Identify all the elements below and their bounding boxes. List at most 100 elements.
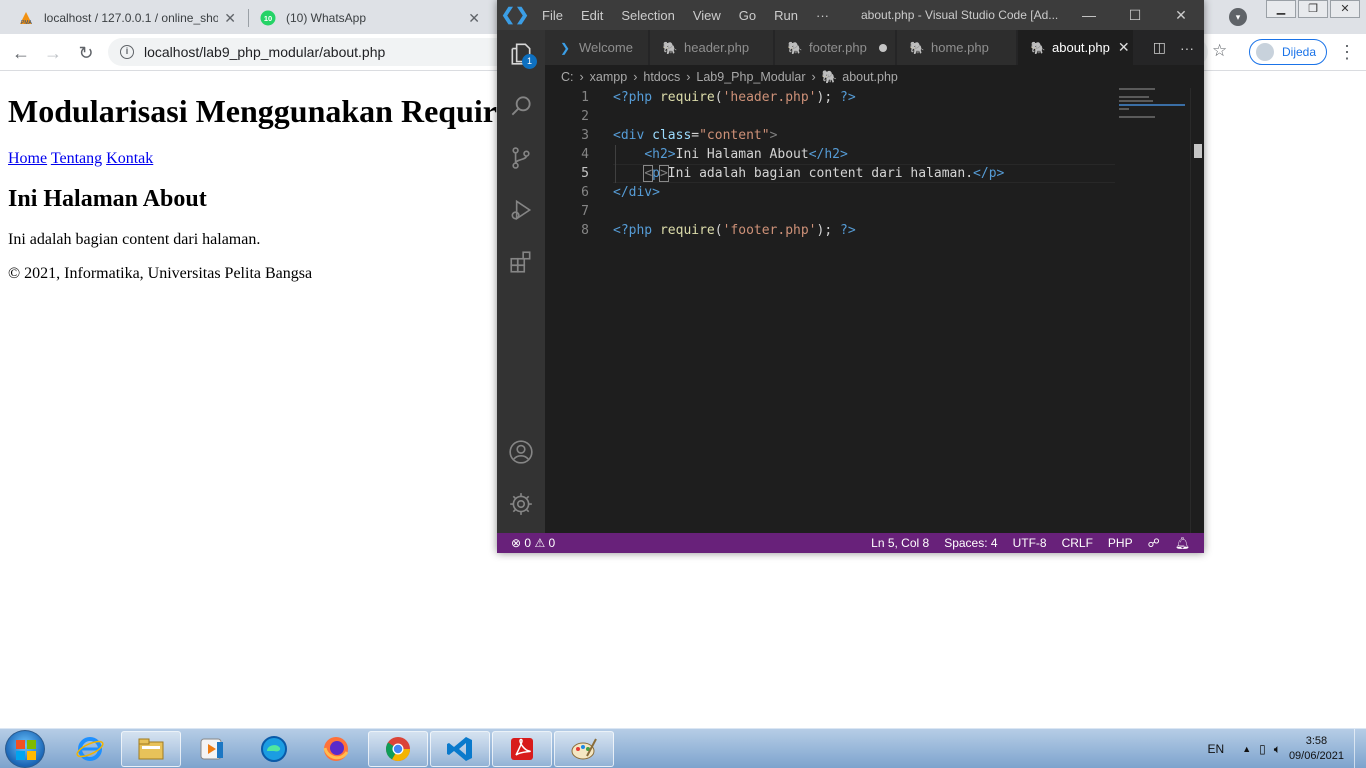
tab-footer-php[interactable]: 🐘 footer.php	[775, 30, 896, 65]
breadcrumb-item[interactable]: Lab9_Php_Modular	[696, 70, 805, 84]
encoding[interactable]: UTF-8	[1013, 536, 1047, 550]
taskbar: EN ▲ ▯ 🔈︎ 3:58 09/06/2021	[0, 728, 1366, 768]
tab-home-php[interactable]: 🐘 home.php	[897, 30, 1017, 65]
code-line-8: <?php require('footer.php'); ?>	[613, 223, 856, 238]
settings-gear-icon[interactable]	[497, 480, 545, 528]
more-actions-icon[interactable]: ···	[1180, 40, 1194, 56]
close-icon[interactable]: ✕	[1118, 39, 1130, 56]
scrollbar-thumb[interactable]	[1194, 144, 1202, 158]
nav-link-home[interactable]: Home	[8, 150, 47, 167]
menu-run[interactable]: Run	[765, 8, 807, 23]
window-title: about.php - Visual Studio Code [Ad...	[861, 8, 1059, 22]
svg-text:PMA: PMA	[21, 20, 33, 26]
tab-welcome[interactable]: ❯ Welcome	[545, 30, 649, 65]
reload-icon[interactable]: ↻	[74, 41, 98, 65]
editor-tab-bar: ❯ Welcome 🐘 header.php 🐘 footer.php 🐘 ho…	[545, 30, 1204, 65]
clock-time: 3:58	[1305, 735, 1328, 747]
explorer-icon[interactable]: 1	[497, 30, 545, 78]
back-icon[interactable]: ←	[9, 41, 33, 65]
profile-button[interactable]: Dijeda	[1249, 39, 1327, 65]
close-icon[interactable]: ✕	[1158, 0, 1204, 30]
status-right-items: Ln 5, Col 8 Spaces: 4 UTF-8 CRLF PHP ☍ 🔔…	[856, 533, 1190, 553]
avatar	[1256, 43, 1274, 61]
activity-bar: 1	[497, 30, 545, 533]
breadcrumb-item[interactable]: xampp	[590, 70, 628, 84]
edge-icon[interactable]	[244, 731, 304, 767]
minimize-icon[interactable]: ▁	[1266, 0, 1296, 18]
more-menu-icon[interactable]: ⋮	[1338, 42, 1356, 63]
close-icon[interactable]: ✕	[224, 10, 236, 27]
php-icon: 🐘	[821, 69, 838, 84]
input-language[interactable]: EN	[1208, 742, 1225, 756]
paint-icon[interactable]	[554, 731, 614, 767]
site-info-icon[interactable]: i	[120, 45, 134, 59]
forward-icon[interactable]: →	[41, 41, 65, 65]
chevron-right-icon: ›	[811, 70, 816, 84]
search-icon[interactable]	[497, 82, 545, 130]
vscode-icon: ❯	[559, 40, 571, 55]
nav-link-kontak[interactable]: Kontak	[106, 150, 153, 167]
start-button[interactable]	[5, 730, 45, 768]
breadcrumb-item[interactable]: htdocs	[643, 70, 680, 84]
minimize-icon[interactable]: —	[1066, 0, 1112, 30]
code-editor[interactable]: 1 2 3 4 5 6 7 8 <?php require('header.ph…	[545, 88, 1190, 533]
split-editor-icon[interactable]: ◫	[1153, 39, 1166, 56]
menu-go[interactable]: Go	[730, 8, 765, 23]
editor-scrollbar[interactable]	[1190, 88, 1204, 533]
media-player-icon[interactable]	[182, 731, 242, 767]
clock[interactable]: 3:58 09/06/2021	[1289, 734, 1344, 764]
firefox-icon[interactable]	[306, 731, 366, 767]
indentation[interactable]: Spaces: 4	[944, 536, 997, 550]
menu-selection[interactable]: Selection	[612, 8, 683, 23]
show-hidden-icons-icon[interactable]: ▲	[1242, 744, 1251, 754]
notifications-bell-icon[interactable]: 🔔︎	[1175, 536, 1190, 550]
vscode-icon[interactable]	[430, 731, 490, 767]
minimap[interactable]	[1119, 88, 1189, 118]
acrobat-icon[interactable]	[492, 731, 552, 767]
browser-tab-whatsapp[interactable]: 10 (10) WhatsApp ✕	[250, 2, 490, 34]
close-icon[interactable]: ✕	[468, 10, 480, 27]
maximize-icon[interactable]: ☐	[1112, 0, 1158, 30]
battery-icon[interactable]: ▯	[1259, 742, 1266, 756]
unsaved-dot-icon[interactable]	[878, 43, 887, 52]
run-debug-icon[interactable]	[497, 186, 545, 234]
internet-explorer-icon[interactable]	[60, 731, 120, 767]
breadcrumb-item[interactable]: C:	[561, 70, 574, 84]
system-tray: EN ▲ ▯ 🔈︎ 3:58 09/06/2021	[1208, 729, 1366, 768]
source-control-icon[interactable]	[497, 134, 545, 182]
problems-indicator[interactable]: ⊗ 0 ⚠ 0	[497, 536, 555, 550]
warning-count: 0	[548, 536, 556, 550]
code-line-4: <h2>Ini Halaman About</h2>	[644, 147, 848, 162]
vscode-window: ❮❯ File Edit Selection View Go Run ··· a…	[497, 0, 1204, 553]
close-icon[interactable]: ✕	[1330, 0, 1360, 18]
line-number-gutter: 1 2 3 4 5 6 7 8	[545, 88, 605, 240]
feedback-icon[interactable]: ☍	[1148, 536, 1160, 550]
browser-tab-label: (10) WhatsApp	[286, 11, 367, 25]
chrome-icon[interactable]	[368, 731, 428, 767]
nav-link-tentang[interactable]: Tentang	[51, 150, 102, 167]
line-number: 1	[581, 90, 589, 105]
menu-edit[interactable]: Edit	[572, 8, 612, 23]
volume-icon[interactable]: 🔈︎	[1274, 742, 1281, 757]
vscode-icon: ❮❯	[500, 5, 530, 24]
accounts-icon[interactable]	[497, 428, 545, 476]
breadcrumb-item[interactable]: about.php	[842, 70, 898, 84]
language-mode[interactable]: PHP	[1108, 536, 1133, 550]
cursor-position[interactable]: Ln 5, Col 8	[871, 536, 929, 550]
file-explorer-icon[interactable]	[121, 731, 181, 767]
profile-name: Dijeda	[1282, 45, 1317, 59]
line-ending[interactable]: CRLF	[1062, 536, 1093, 550]
tab-about-php[interactable]: 🐘 about.php ✕	[1018, 30, 1134, 65]
browser-tab-phpmyadmin[interactable]: PMA localhost / 127.0.0.1 / online_sho ✕	[8, 2, 246, 34]
restore-icon[interactable]: ❐	[1298, 0, 1328, 18]
tab-header-php[interactable]: 🐘 header.php	[650, 30, 774, 65]
extensions-icon[interactable]	[497, 238, 545, 286]
line-number: 7	[581, 204, 589, 219]
tab-search-icon[interactable]: ▾	[1229, 8, 1247, 26]
menu-file[interactable]: File	[533, 8, 572, 23]
menu-more[interactable]: ···	[807, 8, 838, 23]
bookmark-star-icon[interactable]: ☆	[1212, 41, 1227, 61]
show-desktop-button[interactable]	[1354, 729, 1366, 768]
menu-view[interactable]: View	[684, 8, 730, 23]
